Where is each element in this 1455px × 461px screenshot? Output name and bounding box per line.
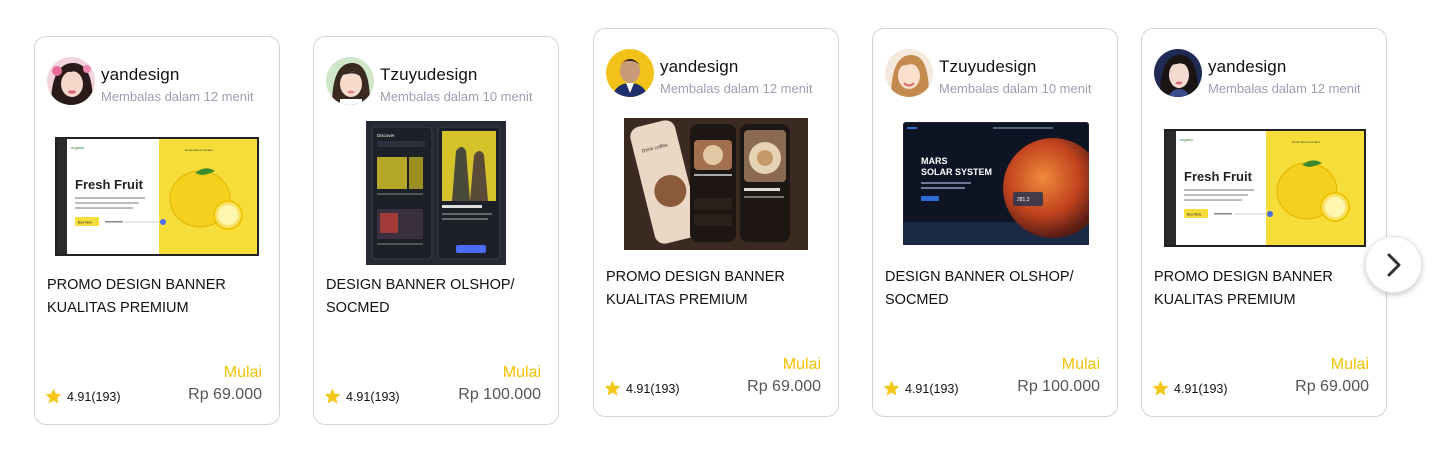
app-title-text: Discover (377, 133, 395, 138)
price: Rp 69.000 (188, 386, 262, 403)
reply-time: Membalas dalam 12 menit (1208, 81, 1361, 96)
rating-value: 4.91(193) (626, 381, 680, 396)
banner-cta-text: Buy Now (1187, 213, 1201, 217)
reply-time: Membalas dalam 10 menit (939, 81, 1092, 96)
price-start-label: Mulai (1061, 356, 1100, 373)
product-thumbnail[interactable]: Discover (366, 121, 506, 265)
star-icon (45, 388, 62, 404)
price: Rp 100.000 (1017, 378, 1100, 395)
seller-name[interactable]: yandesign (660, 57, 738, 77)
rating: 4.91(193) (323, 387, 400, 406)
price: Rp 69.000 (1295, 378, 1369, 395)
product-thumbnail[interactable]: organic Home About Contact Fresh Fruit B… (55, 137, 259, 256)
svg-text:Home About Contact: Home About Contact (185, 148, 213, 152)
product-title[interactable]: PROMO DESIGN BANNER KUALITAS PREMIUM (47, 274, 269, 320)
seller-name[interactable]: Tzuyudesign (380, 65, 478, 85)
reply-time: Membalas dalam 10 menit (380, 89, 533, 104)
product-card[interactable]: yandesign Membalas dalam 12 menit organi… (34, 36, 280, 425)
price: Rp 100.000 (458, 386, 541, 403)
rating-value: 4.91(193) (905, 381, 959, 396)
svg-text:Home About Contact: Home About Contact (1292, 140, 1320, 144)
star-icon (1152, 380, 1169, 396)
banner-brand-text: organic (71, 145, 84, 150)
seller-avatar[interactable] (885, 49, 933, 97)
product-thumbnail[interactable]: MARS SOLAR SYSTEM 281.3 (903, 122, 1089, 245)
banner-headline-text: Fresh Fruit (1184, 169, 1253, 184)
carousel-next-button[interactable] (1365, 236, 1422, 293)
seller-name[interactable]: Tzuyudesign (939, 57, 1037, 77)
banner-headline-text: Fresh Fruit (75, 177, 144, 192)
rating-value: 4.91(193) (67, 389, 121, 404)
product-thumbnail[interactable]: organic Home About Contact Fresh Fruit B… (1164, 129, 1366, 247)
product-card[interactable]: yandesign Membalas dalam 12 menit Drink … (593, 28, 839, 417)
chevron-right-icon (1387, 253, 1400, 276)
product-card[interactable]: yandesign Membalas dalam 12 menit organi… (1141, 28, 1387, 417)
seller-avatar[interactable] (1154, 49, 1202, 97)
seller-avatar[interactable] (47, 57, 95, 105)
seller-name[interactable]: yandesign (101, 65, 179, 85)
banner-brand-text: organic (1180, 137, 1193, 142)
product-title[interactable]: DESIGN BANNER OLSHOP/ SOCMED (326, 274, 548, 320)
product-thumbnail[interactable]: Drink coffee (624, 118, 808, 250)
rating: 4.91(193) (44, 387, 121, 406)
seller-avatar[interactable] (606, 49, 654, 97)
seller-avatar[interactable] (326, 57, 374, 105)
price-start-label: Mulai (782, 356, 821, 373)
price-start-label: Mulai (502, 364, 541, 381)
rating: 4.91(193) (1151, 379, 1228, 398)
price: Rp 69.000 (747, 378, 821, 395)
product-title[interactable]: PROMO DESIGN BANNER KUALITAS PREMIUM (606, 266, 828, 312)
price-start-label: Mulai (223, 364, 262, 381)
banner-subhead-text: SOLAR SYSTEM (921, 167, 992, 177)
reply-time: Membalas dalam 12 menit (660, 81, 813, 96)
product-card[interactable]: Tzuyudesign Membalas dalam 10 menit Disc… (313, 36, 559, 425)
product-title[interactable]: DESIGN BANNER OLSHOP/ SOCMED (885, 266, 1107, 312)
star-icon (604, 380, 621, 396)
reply-time: Membalas dalam 12 menit (101, 89, 254, 104)
star-icon (883, 380, 900, 396)
product-card[interactable]: Tzuyudesign Membalas dalam 10 menit MARS… (872, 28, 1118, 417)
seller-name[interactable]: yandesign (1208, 57, 1286, 77)
star-icon (324, 388, 341, 404)
product-title[interactable]: PROMO DESIGN BANNER KUALITAS PREMIUM (1154, 266, 1376, 312)
price-start-label: Mulai (1330, 356, 1369, 373)
rating: 4.91(193) (603, 379, 680, 398)
svg-text:281.3: 281.3 (1017, 197, 1030, 203)
rating-value: 4.91(193) (1174, 381, 1228, 396)
rating: 4.91(193) (882, 379, 959, 398)
rating-value: 4.91(193) (346, 389, 400, 404)
banner-headline-text: MARS (921, 156, 948, 166)
banner-cta-text: Buy Now (78, 221, 92, 225)
